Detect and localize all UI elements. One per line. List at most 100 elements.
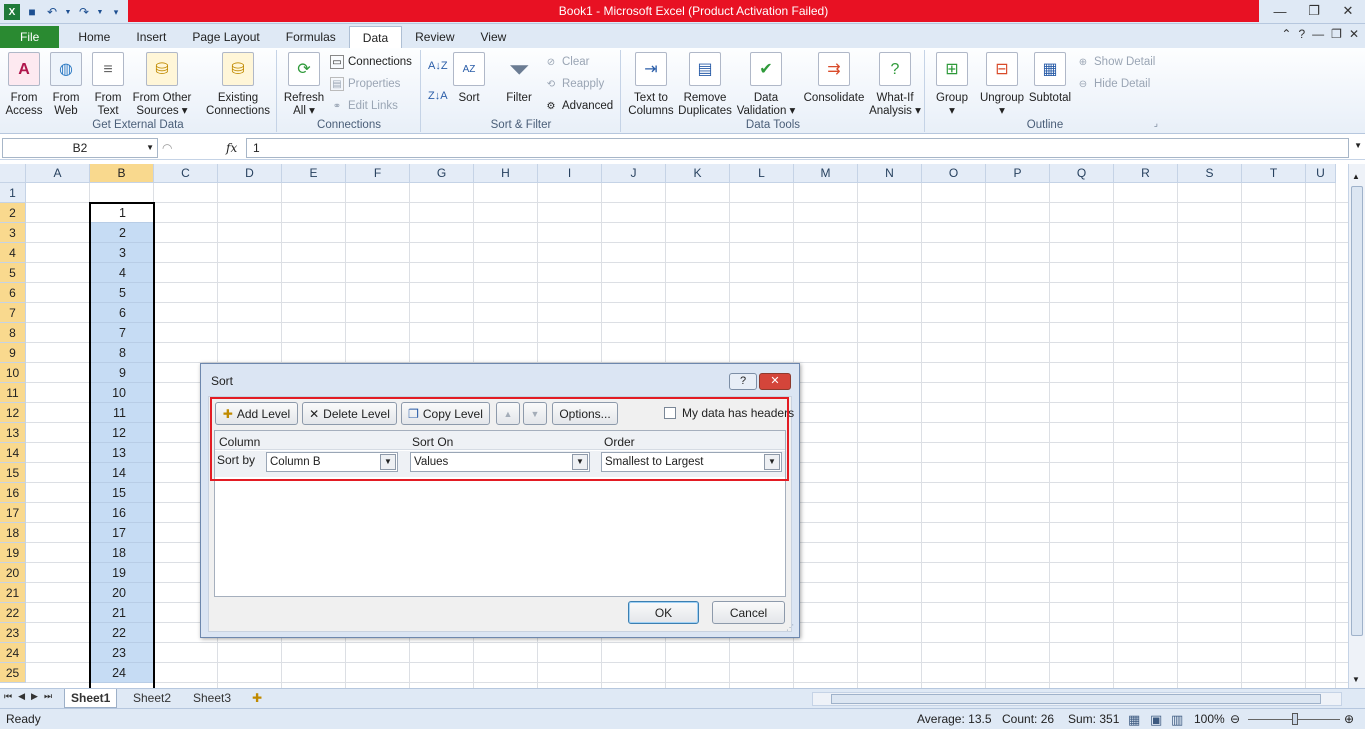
outline-dialog-launcher-icon[interactable]: ⌟ [1154, 118, 1158, 129]
row-header-22[interactable]: 22 [0, 603, 26, 623]
horizontal-scrollbar[interactable] [812, 692, 1342, 706]
consolidate-button[interactable]: ⇉ Consolidate [800, 52, 868, 105]
column-header-c[interactable]: C [154, 164, 218, 183]
row-header-1[interactable]: 1 [0, 183, 26, 203]
properties-button[interactable]: ▤ Properties [330, 77, 400, 91]
row-header-17[interactable]: 17 [0, 503, 26, 523]
name-box[interactable]: B2 ▼ [2, 138, 158, 158]
insert-function-icon[interactable]: fx [226, 141, 237, 155]
column-header-q[interactable]: Q [1050, 164, 1114, 183]
row-header-11[interactable]: 11 [0, 383, 26, 403]
redo-icon[interactable]: ↷ [76, 4, 92, 20]
tab-view[interactable]: View [468, 26, 520, 48]
row-header-14[interactable]: 14 [0, 443, 26, 463]
data-validation-button[interactable]: ✔ Data Validation ▾ [734, 52, 798, 118]
row-header-20[interactable]: 20 [0, 563, 26, 583]
column-header-u[interactable]: U [1306, 164, 1336, 183]
resize-grip-icon[interactable]: ⋰ [786, 623, 794, 632]
select-all-corner[interactable] [0, 164, 26, 183]
row-header-9[interactable]: 9 [0, 343, 26, 363]
undo-icon[interactable]: ↶ [44, 4, 60, 20]
sort-button[interactable]: AZ Sort [452, 52, 486, 105]
name-box-dropdown-icon[interactable]: ▼ [146, 139, 154, 157]
connections-button[interactable]: ▭ Connections [330, 55, 412, 69]
column-header-a[interactable]: A [26, 164, 90, 183]
sheet-tab-sheet3[interactable]: Sheet3 [187, 689, 237, 708]
page-break-view-icon[interactable]: ▥ [1171, 712, 1183, 728]
row-header-13[interactable]: 13 [0, 423, 26, 443]
column-header-k[interactable]: K [666, 164, 730, 183]
sheet-tab-sheet1[interactable]: Sheet1 [64, 689, 118, 708]
scroll-down-icon[interactable]: ▼ [1352, 675, 1360, 684]
sort-a-z-button[interactable]: A↓Z [428, 60, 448, 72]
what-if-analysis-button[interactable]: ? What-If Analysis ▾ [868, 52, 922, 118]
column-header-g[interactable]: G [410, 164, 474, 183]
insert-worksheet-icon[interactable]: ✚ [252, 691, 262, 705]
tab-page-layout[interactable]: Page Layout [179, 26, 272, 48]
row-header-3[interactable]: 3 [0, 223, 26, 243]
zoom-level[interactable]: 100% [1194, 712, 1225, 726]
sort-z-a-button[interactable]: Z↓A [428, 90, 448, 102]
column-header-j[interactable]: J [602, 164, 666, 183]
excel-logo-icon[interactable]: X [4, 4, 20, 20]
row-header-24[interactable]: 24 [0, 643, 26, 663]
from-web-button[interactable]: ◍ From Web [46, 52, 86, 118]
column-header-b[interactable]: B [90, 164, 154, 183]
row-header-23[interactable]: 23 [0, 623, 26, 643]
remove-duplicates-button[interactable]: ▤ Remove Duplicates [678, 52, 732, 118]
vertical-scrollbar[interactable]: ▲ ▼ [1348, 164, 1365, 688]
show-detail-button[interactable]: ⊕ Show Detail [1076, 55, 1156, 69]
zoom-out-icon[interactable]: ⊖ [1230, 712, 1240, 726]
column-header-n[interactable]: N [858, 164, 922, 183]
workbook-minimize-icon[interactable]: — [1312, 27, 1324, 41]
cancel-button[interactable]: Cancel [712, 601, 785, 624]
column-header-e[interactable]: E [282, 164, 346, 183]
tab-data[interactable]: Data [348, 26, 403, 48]
expand-formula-bar-icon[interactable]: ▼ [1354, 141, 1362, 150]
advanced-button[interactable]: ⚙ Advanced [544, 99, 614, 113]
row-header-5[interactable]: 5 [0, 263, 26, 283]
vertical-scroll-thumb[interactable] [1351, 186, 1363, 636]
column-header-r[interactable]: R [1114, 164, 1178, 183]
save-icon[interactable]: ■ [24, 4, 40, 20]
zoom-in-icon[interactable]: ⊕ [1344, 712, 1354, 726]
row-header-10[interactable]: 10 [0, 363, 26, 383]
prev-sheet-icon[interactable]: ◀ [18, 691, 25, 702]
sheet-tab-sheet2[interactable]: Sheet2 [127, 689, 177, 708]
column-header-i[interactable]: I [538, 164, 602, 183]
workbook-restore-icon[interactable]: ❐ [1331, 27, 1342, 41]
horizontal-scroll-thumb[interactable] [831, 694, 1321, 704]
row-header-7[interactable]: 7 [0, 303, 26, 323]
row-header-21[interactable]: 21 [0, 583, 26, 603]
normal-view-icon[interactable]: ▦ [1128, 712, 1140, 728]
help-icon[interactable]: ? [1298, 27, 1305, 41]
column-header-d[interactable]: D [218, 164, 282, 183]
scroll-up-icon[interactable]: ▲ [1352, 172, 1360, 181]
undo-dropdown-icon[interactable]: ▼ [64, 4, 72, 20]
close-icon[interactable]: ✕ [1331, 0, 1365, 22]
from-other-sources-button[interactable]: ⛁ From Other Sources ▾ [130, 52, 194, 118]
row-header-6[interactable]: 6 [0, 283, 26, 303]
row-header-19[interactable]: 19 [0, 543, 26, 563]
formula-input[interactable]: 1 [246, 138, 1349, 158]
minimize-ribbon-icon[interactable]: ⌃ [1281, 27, 1291, 41]
row-header-12[interactable]: 12 [0, 403, 26, 423]
dialog-help-button[interactable]: ? [729, 373, 757, 390]
row-header-2[interactable]: 2 [0, 203, 26, 223]
hide-detail-button[interactable]: ⊖ Hide Detail [1076, 77, 1150, 91]
column-header-t[interactable]: T [1242, 164, 1306, 183]
row-header-16[interactable]: 16 [0, 483, 26, 503]
tab-insert[interactable]: Insert [123, 26, 179, 48]
tab-review[interactable]: Review [402, 26, 467, 48]
column-header-o[interactable]: O [922, 164, 986, 183]
row-header-25[interactable]: 25 [0, 663, 26, 683]
refresh-all-button[interactable]: ⟳ Refresh All ▾ [282, 52, 326, 118]
customize-qat-icon[interactable]: ▾ [108, 4, 124, 20]
column-header-h[interactable]: H [474, 164, 538, 183]
row-header-4[interactable]: 4 [0, 243, 26, 263]
ok-button[interactable]: OK [628, 601, 699, 624]
column-header-l[interactable]: L [730, 164, 794, 183]
text-to-columns-button[interactable]: ⇥ Text to Columns [626, 52, 676, 118]
reapply-button[interactable]: ⟲ Reapply [544, 77, 604, 91]
from-access-button[interactable]: A From Access [4, 52, 44, 118]
